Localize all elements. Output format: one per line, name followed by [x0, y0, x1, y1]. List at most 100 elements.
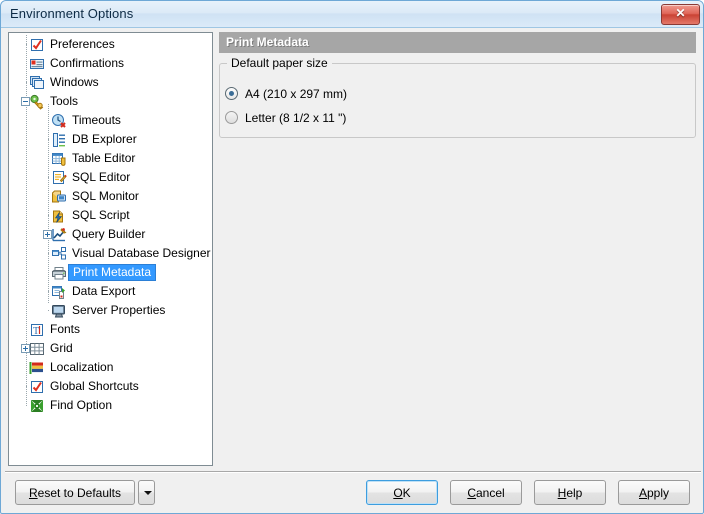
radio-label-letter: Letter (8 1/2 x 11 ")	[245, 111, 347, 125]
tree-connector-line	[26, 405, 27, 406]
svg-text:T: T	[33, 326, 39, 337]
tree-connector-line	[48, 177, 49, 178]
tree-item-label: SQL Script	[72, 208, 130, 222]
apply-label: pply	[647, 486, 670, 500]
radio-mark-a4	[225, 87, 238, 100]
title-bar[interactable]: Environment Options ✕	[1, 1, 703, 28]
tree-item-global-shortcuts[interactable]: Global Shortcuts	[9, 377, 212, 396]
tree-connector-line	[26, 386, 27, 387]
content-header-title: Print Metadata	[226, 35, 309, 49]
bottom-divider-highlight	[5, 472, 701, 473]
apply-button[interactable]: Apply	[618, 480, 690, 505]
tree-connector-line	[48, 310, 49, 311]
sql-editor-pencil-icon	[51, 170, 67, 186]
tree-item-print-metadata[interactable]: Print Metadata	[9, 263, 212, 282]
tree-item-label: Data Export	[72, 284, 136, 298]
tree-connector-line	[48, 120, 49, 121]
tree-item-label: Tools	[50, 94, 79, 108]
tree-item-preferences[interactable]: Preferences	[9, 35, 212, 54]
tree-item-grid[interactable]: Grid	[9, 339, 212, 358]
tree-item-tools[interactable]: Tools	[9, 92, 212, 111]
radio-label-a4: A4 (210 x 297 mm)	[245, 87, 348, 101]
reset-to-defaults-button[interactable]: Reset to Defaults	[15, 480, 135, 505]
tree-item-fonts[interactable]: T Fonts	[9, 320, 212, 339]
tree-connector-line	[48, 139, 49, 140]
reset-label: eset to Defaults	[37, 486, 122, 500]
tree-item-query-builder[interactable]: Query Builder	[9, 225, 212, 244]
tree-item-label: Localization	[50, 360, 114, 374]
ok-accel: O	[393, 486, 403, 500]
tree-item-label: DB Explorer	[72, 132, 137, 146]
dialog-message-icon	[29, 56, 45, 72]
tree-item-localization[interactable]: Localization	[9, 358, 212, 377]
tree-connector-line	[26, 367, 27, 368]
tree-item-db-explorer[interactable]: DB Explorer	[9, 130, 212, 149]
query-builder-chart-icon	[51, 227, 67, 243]
tree-item-sql-editor[interactable]: SQL Editor	[9, 168, 212, 187]
tree-connector-line	[48, 272, 49, 273]
tree-item-label: Print Metadata	[73, 265, 152, 279]
tree-connector-line	[48, 158, 49, 159]
tree-item-label: Find Option	[50, 398, 113, 412]
tree-item-label: Fonts	[50, 322, 81, 336]
tools-gear-icon	[29, 94, 45, 110]
tree-item-label: Preferences	[50, 37, 115, 51]
tree-item-label: Server Properties	[72, 303, 166, 317]
tree-connector-line	[48, 291, 49, 292]
grid-icon	[29, 341, 45, 357]
tree-item-label: Confirmations	[50, 56, 125, 70]
default-paper-size-legend: Default paper size	[227, 56, 332, 70]
db-explorer-tree-icon	[51, 132, 67, 148]
radio-mark-letter	[225, 111, 238, 124]
server-monitor-icon	[51, 303, 67, 319]
tree-item-visual-database-designer[interactable]: Visual Database Designer	[9, 244, 212, 263]
windows-cascade-icon	[29, 75, 45, 91]
tree-item-label: Grid	[50, 341, 73, 355]
clock-timeout-icon	[51, 113, 67, 129]
checkbox-red-check-icon	[29, 379, 45, 395]
tree-item-data-export[interactable]: Data Export	[9, 282, 212, 301]
tree-connector-line	[26, 63, 27, 64]
options-tree[interactable]: Preferences Confirmations Windows Tools Time…	[8, 32, 213, 466]
tree-item-label: Global Shortcuts	[50, 379, 139, 393]
chevron-down-icon	[144, 491, 152, 495]
tree-connector-line	[26, 329, 27, 330]
content-header-bar: Print Metadata	[219, 32, 696, 53]
ok-button[interactable]: OK	[366, 480, 438, 505]
cancel-button[interactable]: Cancel	[450, 480, 522, 505]
cancel-accel: C	[467, 486, 476, 500]
sql-script-lightning-icon	[51, 208, 67, 224]
tree-item-label: SQL Monitor	[72, 189, 139, 203]
tree-connector-line	[26, 44, 27, 45]
tree-item-windows[interactable]: Windows	[9, 73, 212, 92]
help-button[interactable]: Help	[534, 480, 606, 505]
tree-item-label: Table Editor	[72, 151, 136, 165]
window-title: Environment Options	[10, 6, 134, 21]
tree-connector-line	[48, 215, 49, 216]
localization-flag-icon	[29, 360, 45, 376]
close-button[interactable]: ✕	[661, 4, 700, 25]
tree-item-confirmations[interactable]: Confirmations	[9, 54, 212, 73]
tree-item-label: Query Builder	[72, 227, 146, 241]
tree-item-timeouts[interactable]: Timeouts	[9, 111, 212, 130]
printer-icon	[51, 265, 67, 281]
reset-to-defaults-dropdown[interactable]	[138, 480, 155, 505]
help-label: elp	[566, 486, 583, 500]
tree-connector-line	[26, 82, 27, 83]
tree-item-table-editor[interactable]: Table Editor	[9, 149, 212, 168]
tree-item-label: Timeouts	[72, 113, 121, 127]
tree-item-server-properties[interactable]: Server Properties	[9, 301, 212, 320]
tree-connector-line	[48, 196, 49, 197]
find-option-icon	[29, 398, 45, 414]
font-ti-icon: T	[29, 322, 45, 338]
reset-accel: R	[28, 486, 38, 500]
tree-item-sql-monitor[interactable]: SQL Monitor	[9, 187, 212, 206]
sql-monitor-screen-icon	[51, 189, 67, 205]
tree-item-sql-script[interactable]: SQL Script	[9, 206, 212, 225]
close-icon: ✕	[675, 6, 686, 20]
tree-item-selection-highlight: Print Metadata	[68, 264, 156, 281]
tree-item-label: Windows	[50, 75, 99, 89]
checkbox-red-check-icon	[29, 37, 45, 53]
tree-item-find-option[interactable]: Find Option	[9, 396, 212, 415]
table-editor-grid-icon	[51, 151, 67, 167]
